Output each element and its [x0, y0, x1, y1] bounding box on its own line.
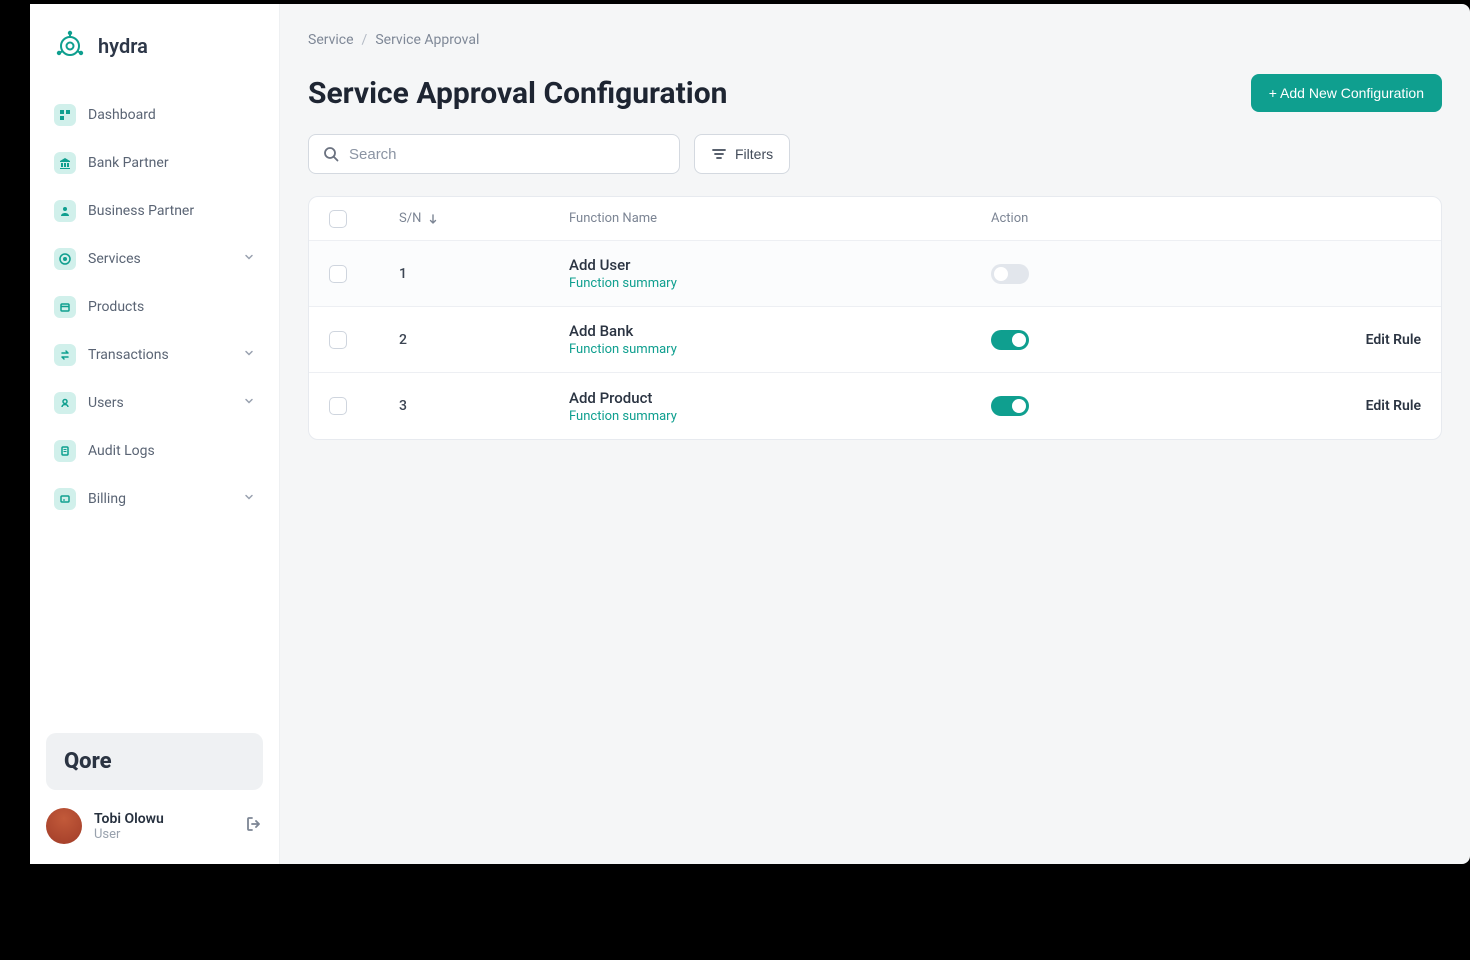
config-table: S/N Function Name Action 1 Add User Func… [308, 196, 1442, 440]
sort-icon [427, 213, 439, 225]
sn-header[interactable]: S/N [399, 211, 569, 226]
users-icon [54, 392, 76, 414]
action-header: Action [991, 211, 1241, 226]
row-toggle[interactable] [991, 264, 1029, 284]
avatar [46, 808, 82, 844]
row-sn: 3 [399, 398, 569, 414]
table-row: 1 Add User Function summary [309, 241, 1441, 307]
user-profile: Tobi Olowu User [46, 808, 263, 844]
bank-icon [54, 152, 76, 174]
sidebar-item-label: Services [88, 251, 231, 267]
row-function-name: Add Product [569, 389, 991, 407]
filters-label: Filters [735, 146, 773, 162]
sidebar-item-services[interactable]: Services [46, 236, 263, 282]
row-sn: 1 [399, 266, 569, 282]
audit-icon [54, 440, 76, 462]
secondary-brand-badge: Qore [46, 733, 263, 790]
row-function-name: Add Bank [569, 322, 991, 340]
row-checkbox[interactable] [329, 331, 347, 349]
add-configuration-button[interactable]: + Add New Configuration [1251, 74, 1442, 112]
sidebar-item-products[interactable]: Products [46, 284, 263, 330]
chevron-down-icon [243, 347, 255, 363]
chevron-down-icon [243, 491, 255, 507]
row-toggle[interactable] [991, 330, 1029, 350]
services-icon [54, 248, 76, 270]
search-field [308, 134, 680, 174]
row-checkbox[interactable] [329, 265, 347, 283]
table-row: 2 Add Bank Function summary Edit Rule [309, 307, 1441, 373]
breadcrumb-separator: / [362, 32, 368, 48]
sidebar-item-users[interactable]: Users [46, 380, 263, 426]
sidebar-item-label: Business Partner [88, 203, 255, 219]
billing-icon [54, 488, 76, 510]
logo-icon [52, 28, 88, 64]
user-name: Tobi Olowu [94, 811, 233, 827]
logout-icon[interactable] [245, 815, 263, 837]
function-name-header: Function Name [569, 211, 991, 226]
row-sn: 2 [399, 332, 569, 348]
sidebar-item-transactions[interactable]: Transactions [46, 332, 263, 378]
search-icon [322, 145, 340, 163]
row-checkbox[interactable] [329, 397, 347, 415]
table-header: S/N Function Name Action [309, 197, 1441, 241]
sidebar-item-label: Bank Partner [88, 155, 255, 171]
nav: Dashboard Bank Partner Business Partner … [46, 92, 263, 522]
row-function-summary: Function summary [569, 276, 991, 291]
sidebar-item-label: Billing [88, 491, 231, 507]
sidebar-item-dashboard[interactable]: Dashboard [46, 92, 263, 138]
sidebar-item-billing[interactable]: Billing [46, 476, 263, 522]
breadcrumb-current: Service Approval [375, 32, 479, 48]
row-edit-link[interactable]: Edit Rule [1241, 398, 1421, 414]
row-edit-link[interactable]: Edit Rule [1241, 332, 1421, 348]
breadcrumb-root[interactable]: Service [308, 32, 354, 48]
chevron-down-icon [243, 395, 255, 411]
sidebar-item-audit-logs[interactable]: Audit Logs [46, 428, 263, 474]
logo: hydra [46, 28, 263, 92]
sidebar-item-label: Dashboard [88, 107, 255, 123]
products-icon [54, 296, 76, 318]
row-function-summary: Function summary [569, 409, 991, 424]
sidebar: hydra Dashboard Bank Partner Business Pa… [30, 4, 280, 864]
table-row: 3 Add Product Function summary Edit Rule [309, 373, 1441, 439]
filter-icon [711, 146, 727, 162]
row-toggle[interactable] [991, 396, 1029, 416]
dashboard-icon [54, 104, 76, 126]
transactions-icon [54, 344, 76, 366]
sidebar-item-label: Products [88, 299, 255, 315]
user-role: User [94, 827, 233, 842]
logo-text: hydra [98, 34, 148, 58]
sidebar-item-label: Audit Logs [88, 443, 255, 459]
sidebar-item-label: Users [88, 395, 231, 411]
row-function-summary: Function summary [569, 342, 991, 357]
sidebar-item-bank-partner[interactable]: Bank Partner [46, 140, 263, 186]
sidebar-item-label: Transactions [88, 347, 231, 363]
business-icon [54, 200, 76, 222]
page-title: Service Approval Configuration [308, 76, 727, 111]
select-all-checkbox[interactable] [329, 210, 347, 228]
main-content: Service / Service Approval Service Appro… [280, 4, 1470, 864]
breadcrumb: Service / Service Approval [308, 32, 1442, 48]
filters-button[interactable]: Filters [694, 134, 790, 174]
row-function-name: Add User [569, 256, 991, 274]
chevron-down-icon [243, 251, 255, 267]
sidebar-item-business-partner[interactable]: Business Partner [46, 188, 263, 234]
search-input[interactable] [308, 134, 680, 174]
